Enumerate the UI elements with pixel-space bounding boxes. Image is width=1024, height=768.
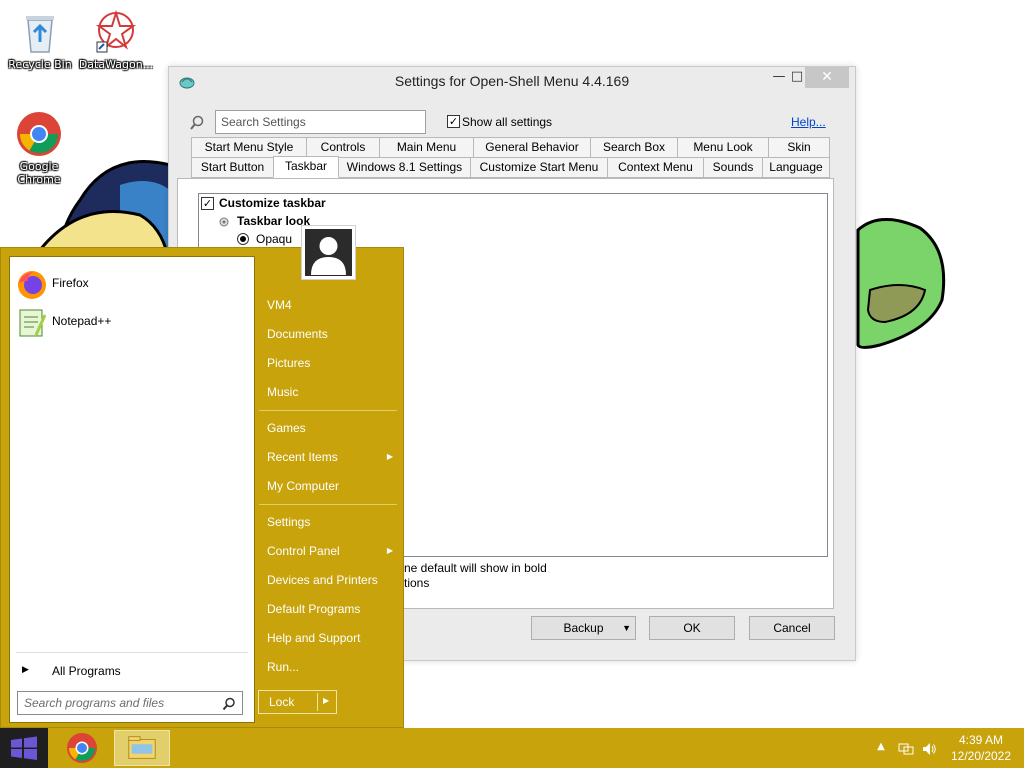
show-hidden-icons-arrow-icon[interactable]: ▲ (873, 741, 889, 757)
bold-default-note: ne default will show in bold (404, 561, 547, 575)
search-settings-input[interactable]: Search Settings (215, 110, 426, 134)
menu-item-recent-items[interactable]: Recent Items ▶ (259, 444, 399, 470)
notepadpp-icon (19, 309, 47, 337)
program-label: Firefox (52, 276, 89, 290)
menu-item-games[interactable]: Games (259, 415, 399, 441)
title-bar[interactable]: Settings for Open-Shell Menu 4.4.169 — □… (169, 67, 855, 97)
backup-label: Backup (563, 621, 604, 635)
recent-items-label: Recent Items (267, 450, 338, 464)
divider (16, 652, 248, 653)
start-menu-programs-pane: Firefox Notepad++ ▶ All Programs Search … (9, 256, 255, 723)
tab-skin[interactable]: Skin (768, 137, 830, 158)
firefox-icon (18, 271, 46, 299)
ok-button[interactable]: OK (649, 616, 735, 640)
menu-item-default-programs[interactable]: Default Programs (259, 596, 399, 622)
tab-start-menu-style[interactable]: Start Menu Style (191, 137, 307, 158)
divider (317, 693, 318, 711)
cancel-button[interactable]: Cancel (749, 616, 835, 640)
program-item-notepadpp[interactable]: Notepad++ (16, 306, 248, 340)
close-button[interactable]: ✕ (805, 67, 849, 88)
menu-item-run[interactable]: Run... (259, 654, 399, 680)
clock[interactable]: 4:39 AM 12/20/2022 (944, 732, 1018, 764)
desktop-icon-label: DataWagon... (78, 58, 154, 71)
taskbar-look-label: Taskbar look (237, 214, 311, 228)
menu-item-settings[interactable]: Settings (259, 509, 399, 535)
user-avatar[interactable] (301, 225, 356, 280)
all-programs-button[interactable]: ▶ All Programs (16, 662, 248, 682)
options-note: tions (404, 576, 430, 590)
folder-icon (128, 736, 156, 759)
menu-item-pictures[interactable]: Pictures (259, 350, 399, 376)
taskbar-file-explorer[interactable] (114, 730, 170, 766)
menu-item-devices-printers[interactable]: Devices and Printers (259, 567, 399, 593)
start-button[interactable] (0, 728, 48, 768)
menu-item-music[interactable]: Music (259, 379, 399, 405)
clock-time: 4:39 AM (958, 733, 1004, 747)
menu-item-control-panel[interactable]: Control Panel ▶ (259, 538, 399, 564)
start-menu: Firefox Notepad++ ▶ All Programs Search … (0, 225, 404, 728)
customize-taskbar-label: Customize taskbar (219, 196, 326, 210)
tab-windows-81-settings[interactable]: Windows 8.1 Settings (338, 157, 471, 178)
submenu-arrow-icon: ▶ (386, 546, 393, 555)
chrome-icon (17, 112, 61, 156)
program-label: Notepad++ (52, 314, 112, 328)
submenu-arrow-icon: ▶ (386, 452, 393, 461)
desktop-icon-google-chrome[interactable]: Google Chrome (0, 110, 78, 186)
control-panel-label: Control Panel (267, 544, 340, 558)
help-link[interactable]: Help... (791, 115, 826, 129)
desktop-icon-label: Google Chrome (17, 160, 61, 186)
tab-customize-start-menu[interactable]: Customize Start Menu (470, 157, 608, 178)
gear-icon (219, 217, 229, 227)
user-icon (311, 237, 346, 275)
desktop-icon-label: Recycle Bin (8, 58, 72, 71)
menu-item-documents[interactable]: Documents (259, 321, 399, 347)
window-title: Settings for Open-Shell Menu 4.4.169 (394, 73, 630, 89)
divider (259, 410, 397, 411)
tab-sounds[interactable]: Sounds (703, 157, 763, 178)
clock-date: 12/20/2022 (950, 749, 1012, 763)
triangle-right-icon: ▶ (22, 665, 29, 675)
show-all-settings-checkbox[interactable]: ✓ (447, 115, 460, 128)
opaque-radio[interactable] (237, 233, 249, 245)
opaque-label: Opaqu (256, 232, 293, 246)
tab-menu-look[interactable]: Menu Look (677, 137, 769, 158)
divider (259, 504, 397, 505)
search-icon (190, 115, 204, 130)
menu-item-help-support[interactable]: Help and Support (259, 625, 399, 651)
all-programs-label: All Programs (52, 664, 121, 678)
tab-context-menu[interactable]: Context Menu (607, 157, 704, 178)
recycle-bin-icon (26, 16, 54, 53)
desktop-icon-datawagon[interactable]: DataWagon... (77, 8, 155, 71)
backup-button[interactable]: Backup ▼ (531, 616, 636, 640)
program-item-firefox[interactable]: Firefox (16, 268, 248, 302)
volume-icon[interactable] (921, 741, 937, 757)
lock-button[interactable]: Lock ▶ (258, 690, 337, 714)
menu-item-my-computer[interactable]: My Computer (259, 473, 399, 499)
desktop-icon-recycle-bin[interactable]: Recycle Bin (1, 8, 79, 71)
tab-main-menu[interactable]: Main Menu (379, 137, 474, 158)
start-search-input[interactable]: Search programs and files (17, 691, 243, 715)
windows-logo-icon (11, 736, 37, 760)
tab-search-box[interactable]: Search Box (590, 137, 678, 158)
lock-label: Lock (269, 695, 295, 709)
customize-taskbar-checkbox[interactable]: ✓ (201, 197, 214, 210)
tab-general-behavior[interactable]: General Behavior (473, 137, 591, 158)
datawagon-icon (95, 9, 137, 53)
chrome-icon (67, 733, 97, 763)
tab-language[interactable]: Language (762, 157, 830, 178)
dropdown-arrow-icon: ▼ (622, 623, 631, 633)
shutdown-options-arrow-icon[interactable]: ▶ (323, 696, 329, 705)
network-icon[interactable] (898, 741, 914, 757)
taskbar-chrome[interactable] (54, 730, 110, 766)
search-icon[interactable] (222, 697, 236, 711)
tab-start-button[interactable]: Start Button (191, 157, 274, 178)
tab-taskbar[interactable]: Taskbar (273, 156, 339, 178)
show-all-settings-label: Show all settings (462, 115, 553, 129)
taskbar: ▲ 4:39 AM 12/20/2022 (0, 728, 1024, 768)
tab-controls[interactable]: Controls (306, 137, 380, 158)
menu-item-vm4[interactable]: VM4 (259, 292, 399, 318)
